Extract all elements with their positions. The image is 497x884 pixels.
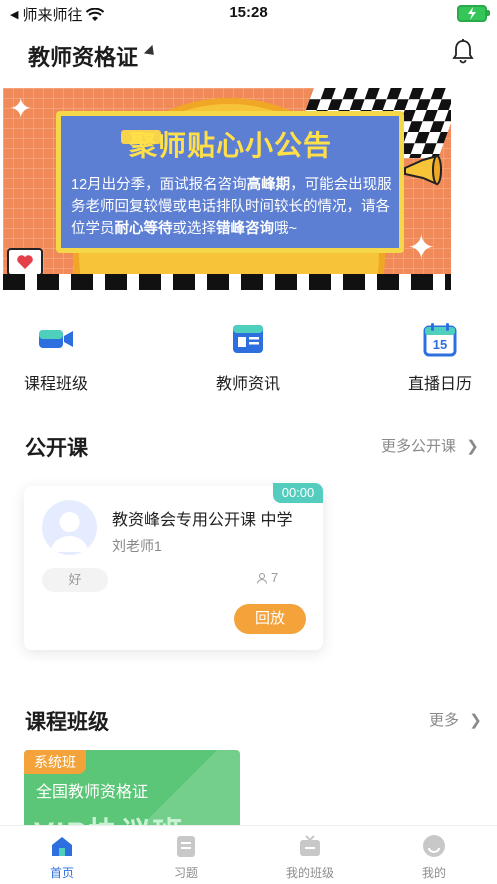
course-teacher: 刘老师1 — [112, 538, 162, 554]
notice-body: 12月出分季，面试报名咨询高峰期，可能会出现服务老师回复较慢或电话排队时间较长的… — [71, 174, 401, 240]
notice-text: 12月出分季，面试报名咨询 — [71, 177, 247, 193]
quick-nav-news[interactable]: 教师资讯 — [188, 320, 308, 394]
exercise-icon — [174, 834, 198, 858]
rating-tag: 好 — [42, 568, 108, 592]
tab-exercises[interactable]: 习题 — [141, 834, 231, 881]
tab-label: 首页 — [49, 866, 74, 880]
tab-my-classes[interactable]: 我的班级 — [265, 834, 355, 881]
home-icon — [50, 834, 74, 858]
notice-highlight: 高峰期 — [246, 177, 291, 193]
class-tag: 系统班 — [24, 750, 86, 774]
tab-profile[interactable]: 我的 — [389, 834, 479, 881]
notice-text: 或选择 — [172, 221, 217, 237]
sparkle-icon: ✦ — [407, 229, 436, 267]
status-time: 15:28 — [229, 4, 268, 21]
avatar — [42, 500, 97, 555]
classes-more-link[interactable]: 更多 ❯ — [429, 709, 482, 730]
viewer-count: 7 — [256, 570, 278, 585]
calendar-day: 15 — [432, 337, 448, 352]
caret-down-icon[interactable] — [143, 44, 159, 60]
tab-label: 习题 — [173, 866, 198, 880]
tv-icon — [298, 834, 322, 858]
chevron-right-icon: ❯ — [469, 712, 482, 729]
calendar-icon: 15 — [421, 320, 459, 358]
megaphone-icon — [404, 154, 442, 186]
class-name: 全国教师资格证 — [36, 784, 149, 801]
battery-icon — [457, 5, 490, 22]
class-card[interactable]: 系统班 全国教师资格证 VIP协议班 — [24, 750, 240, 825]
viewer-number: 7 — [271, 570, 279, 585]
quick-nav-calendar[interactable]: 15 直播日历 — [380, 320, 497, 394]
stripe-decoration — [3, 274, 451, 290]
quick-nav: 课程班级 教师资讯 15 直播日历 — [0, 320, 497, 400]
notice-highlight: 错峰咨询 — [216, 221, 274, 237]
notice-highlight: 耐心等待 — [114, 221, 173, 237]
course-title: 教资峰会专用公开课 中学 — [112, 512, 293, 529]
status-bar: ◀ 师来师往 15:28 — [0, 0, 497, 26]
bell-icon[interactable] — [451, 38, 475, 64]
chevron-right-icon: ❯ — [466, 438, 479, 455]
page-title[interactable]: 教师资格证 — [28, 40, 138, 72]
quick-nav-label: 教师资讯 — [215, 376, 280, 393]
notice-card: 聚师贴心小公告 12月出分季，面试报名咨询高峰期，可能会出现服务老师回复较慢或电… — [56, 111, 442, 253]
video-camera-icon — [37, 320, 75, 358]
heart-bubble-icon — [7, 248, 43, 276]
open-class-title: 公开课 — [25, 437, 88, 460]
news-icon — [229, 320, 267, 358]
more-label: 更多公开课 — [381, 438, 457, 455]
tab-label: 我的 — [421, 866, 446, 880]
quick-nav-label: 课程班级 — [23, 376, 88, 393]
person-icon — [257, 572, 267, 584]
quick-nav-label: 直播日历 — [407, 376, 472, 393]
open-class-card[interactable]: 00:00 教资峰会专用公开课 中学 刘老师1 好 7 回放 — [24, 483, 323, 650]
profile-icon — [422, 834, 446, 858]
more-label: 更多 — [429, 712, 460, 729]
classes-title: 课程班级 — [25, 711, 109, 734]
notice-text: 哦~ — [274, 221, 297, 237]
tab-bar: 首页 习题 我的班级 我的 — [0, 825, 497, 884]
class-headline: VIP协议班 — [34, 808, 184, 825]
replay-button[interactable]: 回放 — [234, 604, 306, 634]
sparkle-icon: ✦ — [9, 93, 33, 124]
notice-title: 聚师贴心小公告 — [129, 130, 333, 161]
quick-nav-courses[interactable]: 课程班级 — [0, 320, 116, 394]
tab-home[interactable]: 首页 — [17, 834, 107, 881]
open-class-more-link[interactable]: 更多公开课 ❯ — [381, 435, 479, 456]
announcement-banner[interactable]: ✦ ✦ 聚师贴心小公告 12月出分季，面试报名咨询高峰期，可能会出现服务老师回复… — [3, 88, 451, 290]
time-badge: 00:00 — [273, 483, 323, 503]
tab-label: 我的班级 — [285, 866, 334, 880]
app-header: 教师资格证 — [0, 28, 497, 74]
